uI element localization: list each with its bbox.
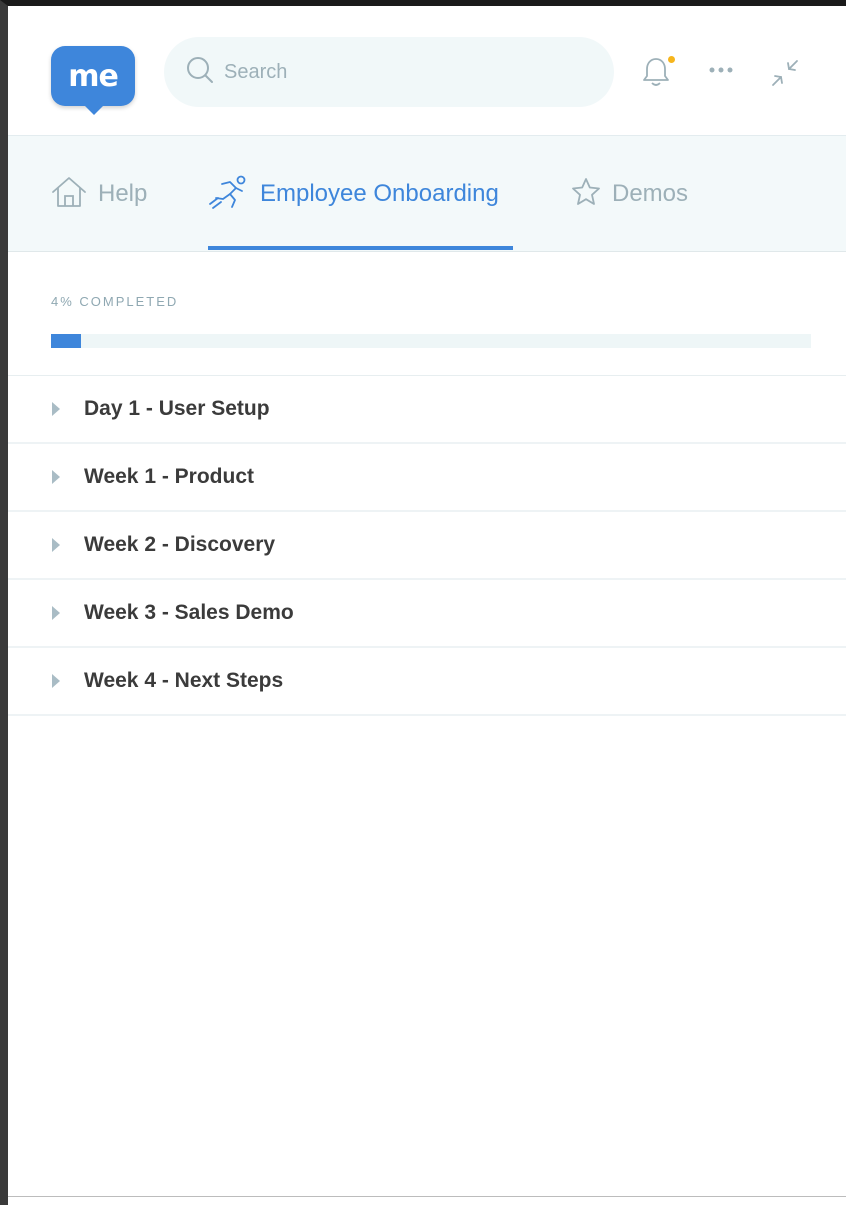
search-bar[interactable] (164, 37, 614, 107)
tab-demos[interactable]: Demos (570, 174, 688, 214)
list-item-label: Week 2 - Discovery (84, 533, 276, 556)
tab-help[interactable]: Help (50, 174, 147, 214)
progress-bar-fill (51, 334, 82, 348)
tab-bar: Help Employee Onboarding Demos (8, 136, 846, 252)
app-logo[interactable]: me (51, 46, 135, 115)
list-item-week-2-discovery[interactable]: Week 2 - Discovery (8, 512, 846, 580)
bell-icon[interactable] (641, 56, 671, 93)
progress-bar (51, 334, 811, 348)
list-item-label: Week 3 - Sales Demo (84, 601, 294, 624)
collapse-icon[interactable] (770, 58, 800, 93)
section-list: Day 1 - User Setup Week 1 - Product Week… (8, 376, 846, 716)
list-item-label: Day 1 - User Setup (84, 397, 270, 420)
list-item-label: Week 1 - Product (84, 465, 254, 488)
star-icon (570, 176, 602, 213)
list-item-label: Week 4 - Next Steps (84, 669, 284, 692)
tab-employee-onboarding-label: Employee Onboarding (260, 180, 499, 207)
caret-right-icon (52, 470, 60, 484)
tab-demos-label: Demos (612, 180, 689, 207)
logo-text: me (68, 58, 119, 94)
notification-dot (668, 56, 675, 63)
caret-right-icon (52, 538, 60, 552)
progress-label: 4% COMPLETED (51, 294, 179, 309)
search-icon (186, 56, 214, 89)
more-options-icon[interactable] (708, 62, 734, 80)
search-input[interactable] (224, 60, 584, 84)
list-item-week-3-sales-demo[interactable]: Week 3 - Sales Demo (8, 580, 846, 648)
window-frame: me Search Help Employee Onboarding Demos… (0, 0, 846, 1205)
home-icon (50, 175, 88, 214)
caret-right-icon (52, 606, 60, 620)
list-item-week-4-next-steps[interactable]: Week 4 - Next Steps (8, 648, 846, 716)
list-item-week-1-product[interactable]: Week 1 - Product (8, 444, 846, 512)
active-tab-indicator (208, 246, 513, 250)
list-item-day-1-user-setup[interactable]: Day 1 - User Setup (8, 376, 846, 444)
runner-icon (208, 174, 250, 215)
tab-employee-onboarding[interactable]: Employee Onboarding (208, 174, 499, 214)
header: me (8, 6, 846, 136)
tab-help-label: Help (98, 180, 148, 207)
caret-right-icon (52, 402, 60, 416)
widget-panel: me Search Help Employee Onboarding Demos… (8, 6, 846, 1197)
progress-section: 4% COMPLETED (8, 252, 846, 376)
caret-right-icon (52, 674, 60, 688)
